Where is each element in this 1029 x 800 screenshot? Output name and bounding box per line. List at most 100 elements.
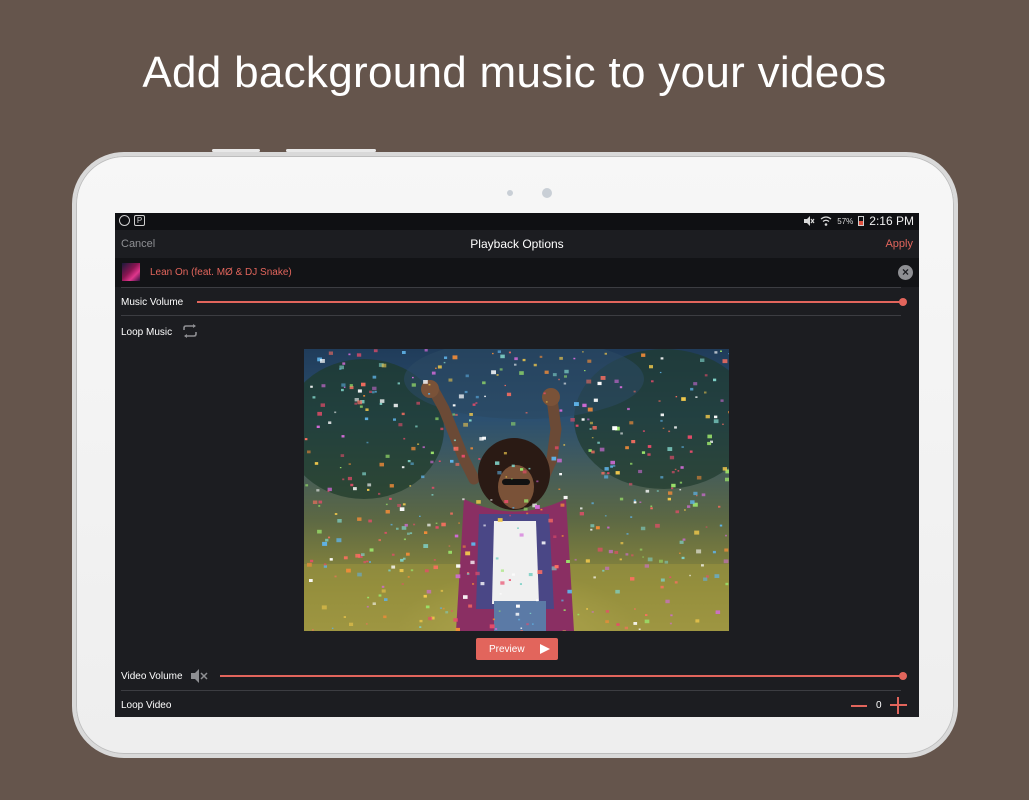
confetti-piece (407, 532, 410, 535)
confetti-piece (310, 559, 314, 563)
confetti-piece (422, 446, 425, 449)
confetti-piece (671, 471, 675, 474)
confetti-piece (715, 610, 721, 614)
confetti-piece (604, 515, 607, 517)
confetti-piece (591, 437, 594, 439)
confetti-piece (381, 585, 385, 588)
confetti-piece (448, 550, 452, 554)
confetti-piece (619, 497, 624, 501)
confetti-piece (680, 466, 684, 469)
confetti-piece (677, 470, 680, 472)
confetti-piece (548, 518, 553, 523)
confetti-piece (695, 619, 700, 623)
confetti-piece (383, 615, 387, 619)
confetti-piece (728, 353, 729, 355)
confetti-piece (574, 558, 577, 561)
confetti-piece (423, 544, 429, 548)
confetti-piece (398, 423, 403, 427)
confetti-piece (390, 523, 393, 526)
confetti-piece (713, 419, 719, 424)
confetti-piece (582, 351, 584, 353)
confetti-photo (304, 349, 729, 631)
confetti-piece (554, 565, 559, 569)
decrement-button[interactable] (851, 705, 867, 707)
p-notification-icon: P (134, 215, 145, 226)
increment-button[interactable] (890, 697, 907, 714)
confetti-piece (615, 589, 620, 594)
confetti-piece (671, 487, 674, 490)
confetti-piece (656, 490, 659, 492)
video-volume-slider-handle[interactable] (899, 672, 907, 680)
confetti-piece (552, 373, 557, 377)
confetti-piece (508, 351, 511, 354)
confetti-piece (660, 585, 664, 589)
music-volume-slider[interactable] (197, 301, 903, 303)
confetti-piece (528, 467, 531, 470)
confetti-piece (693, 491, 698, 496)
selected-track-row[interactable]: Lean On (feat. MØ & DJ Snake) × (115, 258, 919, 287)
confetti-piece (389, 484, 394, 488)
confetti-piece (558, 378, 560, 381)
confetti-piece (329, 558, 333, 561)
confetti-piece (689, 574, 691, 577)
confetti-piece (595, 526, 600, 530)
confetti-piece (471, 542, 476, 546)
repeat-icon[interactable] (181, 324, 199, 338)
speaker-muted-icon[interactable] (190, 669, 208, 683)
music-volume-slider-handle[interactable] (899, 298, 907, 306)
confetti-piece (601, 472, 605, 475)
confetti-piece (379, 399, 385, 403)
confetti-piece (526, 512, 529, 515)
confetti-piece (558, 488, 561, 490)
confetti-piece (401, 412, 405, 416)
confetti-piece (354, 402, 357, 405)
confetti-piece (430, 460, 434, 464)
confetti-piece (425, 605, 430, 609)
confetti-piece (629, 421, 634, 425)
confetti-piece (679, 552, 681, 554)
confetti-piece (645, 614, 648, 616)
confetti-piece (660, 476, 664, 479)
confetti-piece (455, 413, 458, 416)
confetti-piece (675, 396, 678, 398)
confetti-piece (472, 583, 475, 585)
confetti-piece (694, 530, 700, 535)
clock: 2:16 PM (869, 214, 914, 228)
confetti-piece (615, 471, 620, 475)
toolbar: Cancel Playback Options Apply (115, 230, 919, 258)
confetti-piece (668, 491, 673, 495)
close-circle-icon[interactable]: × (898, 265, 913, 280)
confetti-piece (482, 436, 486, 440)
confetti-piece (469, 419, 472, 422)
confetti-piece (526, 623, 529, 626)
confetti-piece (725, 477, 729, 482)
confetti-piece (307, 450, 311, 454)
confetti-piece (696, 475, 702, 480)
confetti-piece (374, 390, 377, 393)
confetti-piece (655, 523, 660, 528)
confetti-piece (437, 365, 442, 369)
confetti-piece (366, 605, 369, 608)
preview-button[interactable]: Preview (476, 638, 558, 660)
apply-button[interactable]: Apply (885, 238, 913, 250)
confetti-piece (402, 351, 406, 354)
confetti-piece (419, 626, 422, 628)
confetti-piece (679, 540, 684, 544)
video-volume-slider[interactable] (220, 675, 903, 677)
confetti-piece (396, 527, 399, 530)
confetti-piece (612, 426, 618, 431)
confetti-piece (599, 447, 605, 452)
confetti-piece (455, 574, 461, 579)
confetti-piece (365, 408, 369, 411)
confetti-piece (401, 583, 404, 585)
divider (121, 287, 901, 288)
confetti-piece (343, 386, 346, 388)
confetti-piece (356, 353, 362, 357)
confetti-piece (448, 378, 453, 382)
confetti-piece (584, 370, 586, 372)
confetti-piece (401, 526, 407, 530)
confetti-piece (363, 395, 366, 397)
confetti-piece (563, 609, 566, 611)
confetti-piece (503, 452, 507, 455)
circle-status-icon (119, 215, 130, 226)
